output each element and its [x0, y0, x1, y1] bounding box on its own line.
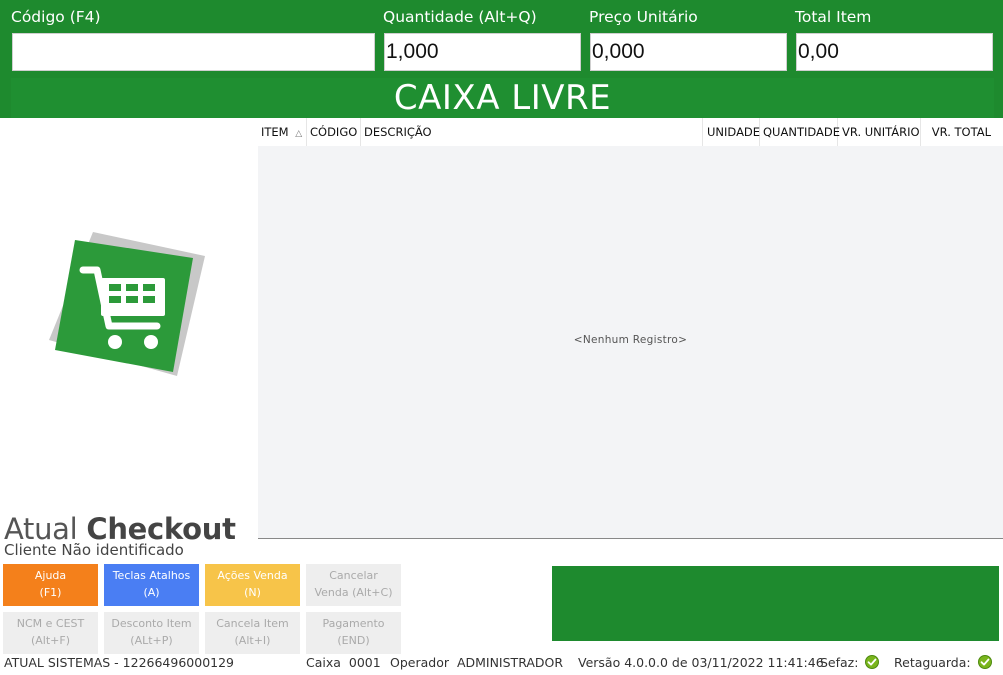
sefaz-label: Sefaz:	[820, 655, 859, 670]
cancel-item-button-shortcut: (Alt+I)	[234, 634, 271, 647]
cancel-item-button[interactable]: Cancela Item (Alt+I)	[205, 612, 300, 654]
items-grid-body[interactable]: <Nenhum Registro>	[258, 146, 1003, 538]
operator-name: ADMINISTRADOR	[456, 655, 564, 670]
column-header-vr-total[interactable]: VR. TOTAL	[921, 118, 1003, 146]
cancel-sale-button[interactable]: Cancelar Venda (Alt+C)	[306, 564, 401, 606]
total-item-label: Total Item	[795, 8, 872, 26]
cancel-sale-button-label: Cancelar	[329, 569, 378, 582]
sale-actions-button-shortcut: (N)	[244, 586, 261, 599]
total-item-input[interactable]	[796, 33, 993, 71]
retaguarda-check-icon	[977, 655, 992, 669]
retaguarda-status: Retaguarda:	[894, 655, 992, 670]
quantidade-label: Quantidade (Alt+Q)	[383, 8, 537, 26]
caixa-info: Caixa 0001	[306, 655, 381, 670]
sale-actions-button[interactable]: Ações Venda (N)	[205, 564, 300, 606]
help-button[interactable]: Ajuda (F1)	[3, 564, 98, 606]
item-discount-button-shortcut: (ALt+P)	[130, 634, 173, 647]
empty-grid-message: <Nenhum Registro>	[573, 334, 688, 346]
grid-divider	[258, 538, 1003, 539]
column-header-vr-unitario[interactable]: VR. UNITÁRIO	[838, 118, 921, 146]
preco-unitario-input[interactable]	[590, 33, 787, 71]
total-display-panel	[552, 566, 999, 641]
caixa-label: Caixa	[306, 655, 341, 670]
caixa-status: CAIXA LIVRE	[11, 78, 994, 118]
payment-button-label: Pagamento	[322, 617, 385, 630]
shopping-cart-icon	[49, 232, 205, 376]
column-header-quantidade[interactable]: QUANTIDADE	[760, 118, 840, 146]
column-header-item-label: ITEM	[261, 125, 289, 139]
preco-unitario-label: Preço Unitário	[589, 8, 698, 26]
operator-info: Operador ADMINISTRADOR	[390, 655, 563, 670]
column-header-item[interactable]: ITEM △	[258, 118, 307, 146]
item-discount-button-label: Desconto Item	[111, 617, 192, 630]
codigo-input[interactable]	[12, 33, 375, 71]
header-panel: Código (F4) Quantidade (Alt+Q) Preço Uni…	[0, 0, 1003, 118]
shortcut-keys-button-label: Teclas Atalhos	[112, 569, 191, 582]
payment-button[interactable]: Pagamento (END)	[306, 612, 401, 654]
shortcut-keys-button-shortcut: (A)	[143, 586, 160, 599]
ncm-cest-button-label: NCM e CEST	[16, 617, 85, 630]
column-header-codigo[interactable]: CÓDIGO	[307, 118, 361, 146]
company-info: ATUAL SISTEMAS - 12266496000129	[4, 655, 235, 670]
ncm-cest-button[interactable]: NCM e CEST (Alt+F)	[3, 612, 98, 654]
ncm-cest-button-shortcut: (Alt+F)	[30, 634, 71, 647]
sale-actions-button-label: Ações Venda	[217, 569, 288, 582]
codigo-label: Código (F4)	[11, 8, 101, 26]
caixa-number: 0001	[348, 655, 381, 670]
column-header-descricao[interactable]: DESCRIÇÃO	[361, 118, 703, 146]
cancel-item-button-label: Cancela Item	[216, 617, 289, 630]
help-button-shortcut: (F1)	[39, 586, 62, 599]
quantidade-input[interactable]	[384, 33, 581, 71]
payment-button-shortcut: (END)	[337, 634, 370, 647]
sefaz-check-icon	[865, 655, 880, 669]
client-status: Cliente Não identificado	[4, 541, 184, 559]
items-grid-header: ITEM △ CÓDIGO DESCRIÇÃO UNIDADE QUANTIDA…	[258, 118, 1003, 146]
retaguarda-label: Retaguarda:	[894, 655, 971, 670]
cancel-sale-button-shortcut: Venda (Alt+C)	[314, 586, 393, 599]
logo-area: Atual Checkout	[0, 118, 256, 546]
help-button-label: Ajuda	[34, 569, 67, 582]
item-discount-button[interactable]: Desconto Item (ALt+P)	[104, 612, 199, 654]
sefaz-status: Sefaz:	[820, 655, 880, 670]
version-info: Versão 4.0.0.0 de 03/11/2022 11:41:46	[578, 655, 824, 670]
shortcut-keys-button[interactable]: Teclas Atalhos (A)	[104, 564, 199, 606]
operator-label: Operador	[390, 655, 449, 670]
column-header-unidade[interactable]: UNIDADE	[703, 118, 760, 146]
sort-ascending-icon: △	[295, 129, 303, 139]
